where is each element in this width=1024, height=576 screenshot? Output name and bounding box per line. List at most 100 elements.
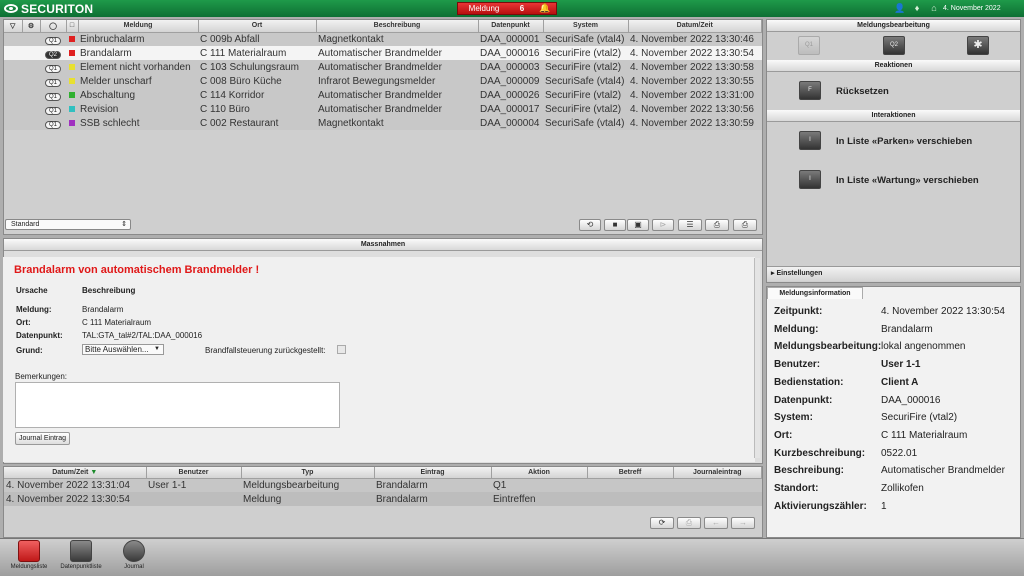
alarm-row[interactable]: Q1 SSB schlecht C 002 Restaurant Magnetkont… [4, 116, 762, 130]
dock-meldungsliste[interactable]: Meldungsliste [5, 540, 53, 570]
q1-button[interactable]: Q1 [798, 36, 820, 55]
alarm-table: ▽ ⚙ ◯ □ Meldung Ort Beschreibung Datenpu… [4, 20, 762, 130]
jcol-aktion[interactable]: Aktion [491, 467, 588, 479]
stop-button[interactable]: ■ [604, 219, 626, 231]
jcell-datum: 4. November 2022 13:31:04 [6, 479, 130, 491]
clock: 4. November 2022 13:52:06 [943, 5, 1001, 29]
quit-col-icon[interactable]: ◯ [40, 20, 67, 33]
col-beschreibung[interactable]: Beschreibung [316, 20, 479, 33]
status-color-swatch [69, 77, 75, 84]
col-datenpunkt[interactable]: Datenpunkt [478, 20, 544, 33]
info-label: Meldungsbearbeitung: [774, 341, 882, 353]
cell-system: SecuriSafe (vtal4) [545, 75, 625, 87]
quittung-badge[interactable]: Q1 [45, 64, 61, 73]
jcell-aktion: Eintreffen [493, 493, 536, 505]
quittung-badge[interactable]: Q2 [45, 50, 61, 59]
filter-icon[interactable]: ▽ [4, 20, 23, 33]
jcol-datum[interactable]: Datum/Zeit ▼ [4, 467, 147, 479]
list-details-button[interactable]: ☰ [678, 219, 702, 231]
alarm-row[interactable]: Q1 Revision C 110 Büro Automatischer Brandm… [4, 102, 762, 116]
journal-row[interactable]: 4. November 2022 13:30:54 Meldung Brandala… [4, 492, 762, 506]
info-value: Client A [881, 376, 919, 388]
info-label: Meldung: [774, 323, 819, 335]
alarm-row[interactable]: Q1 Einbruchalarm C 009b Abfall Magnetkontak… [4, 32, 762, 46]
dock-datenpunktliste[interactable]: Datenpunktliste [57, 540, 105, 570]
securiton-logo: SECURITON [4, 1, 93, 16]
jcell-aktion: Q1 [493, 479, 507, 491]
quittung-badge[interactable]: Q1 [45, 120, 61, 129]
cell-datum: 4. November 2022 13:30:46 [630, 33, 754, 45]
jcol-typ[interactable]: Typ [241, 467, 375, 479]
alarm-row[interactable]: Q1 Abschaltung C 114 Korridor Automatischer… [4, 88, 762, 102]
info-label: System: [774, 412, 813, 424]
info-value: SecuriFire (vtal2) [881, 412, 958, 424]
info-label: Benutzer: [774, 359, 821, 371]
jcell-benutzer: User 1-1 [148, 479, 187, 491]
cell-datum: 4. November 2022 13:31:00 [630, 89, 754, 101]
tab-meldungsinformation[interactable]: Meldungsinformation [767, 287, 863, 299]
forward-button[interactable]: ⊳ [652, 219, 674, 231]
updown-icon: ⇕ [121, 221, 127, 228]
quittung-badge[interactable]: Q1 [45, 106, 61, 115]
status-color-swatch [69, 36, 75, 43]
chevron-down-icon: ▼ [154, 346, 160, 352]
alarm-counter-button[interactable]: Meldung 6 🔔 [457, 2, 557, 15]
alarm-row[interactable]: Q2 Brandalarm C 111 Materialraum Automatisc… [4, 46, 762, 60]
q2-button[interactable]: Q2 [883, 36, 905, 55]
gear-col-icon[interactable]: ⚙ [22, 20, 41, 33]
view-select[interactable]: Standard ⇕ [5, 219, 131, 230]
col-meldung[interactable]: Meldung [78, 20, 199, 33]
jcol-journaleintrag[interactable]: Journaleintrag [673, 467, 762, 479]
info-label: Zeitpunkt: [774, 306, 823, 317]
bemerkungen-textarea[interactable] [15, 382, 340, 428]
prev-page-button[interactable]: ← [704, 517, 728, 529]
quittung-badge[interactable]: Q1 [45, 78, 61, 87]
dock-label-journal: Journal [124, 564, 144, 570]
user-icon[interactable]: 👤 [893, 2, 907, 15]
wartung-label[interactable]: In Liste «Wartung» verschieben [836, 175, 979, 186]
record-button[interactable]: ▣ [627, 219, 649, 231]
cell-meldung: Element nicht vorhanden [80, 61, 191, 73]
brand-name: SECURITON [21, 1, 94, 16]
cell-beschreibung: Magnetkontakt [318, 117, 384, 129]
grund-select[interactable]: Bitte Auswählen... ▼ [82, 344, 164, 355]
jcol-eintrag[interactable]: Eintrag [374, 467, 492, 479]
ursache-label: Ursache [16, 286, 48, 295]
wartung-icon[interactable]: I [799, 170, 821, 189]
journal-entry-button[interactable]: Journal Eintrag [15, 432, 70, 445]
bulb-icon[interactable]: ♦ [910, 2, 924, 15]
quittung-badge[interactable]: Q1 [45, 92, 61, 101]
history-button[interactable]: ⟲ [579, 219, 601, 231]
journal-row[interactable]: 4. November 2022 13:31:04 User 1-1 Meldung… [4, 478, 762, 492]
status-color-swatch [69, 119, 75, 126]
quittung-badge[interactable]: Q1 [45, 36, 61, 45]
cell-beschreibung: Magnetkontakt [318, 33, 384, 45]
settings-gear-icon[interactable]: ✱ [967, 36, 989, 55]
next-page-button[interactable]: → [731, 517, 755, 529]
info-value: 0522.01 [881, 447, 918, 459]
cell-datum: 4. November 2022 13:30:58 [630, 61, 754, 73]
jcol-benutzer[interactable]: Benutzer [146, 467, 242, 479]
col-datum[interactable]: Datum/Zeit [628, 20, 762, 33]
alarm-row[interactable]: Q1 Element nicht vorhanden C 103 Schulungs… [4, 60, 762, 74]
reset-label[interactable]: Rücksetzen [836, 86, 889, 97]
cell-ort: C 002 Restaurant [200, 117, 279, 129]
dock-journal[interactable]: Journal [110, 540, 158, 570]
alarm-row[interactable]: Q1 Melder unscharf C 008 Büro Küche Infraro… [4, 74, 762, 88]
massnahmen-scrollbar[interactable] [754, 258, 760, 458]
print-all-button[interactable]: ⎙ [733, 219, 757, 231]
info-value: User 1-1 [881, 359, 921, 371]
jcol-betreff[interactable]: Betreff [587, 467, 674, 479]
refresh-button[interactable]: ⟳ [650, 517, 674, 529]
brandfall-checkbox[interactable] [337, 345, 346, 354]
color-col-icon[interactable]: □ [66, 20, 79, 33]
col-system[interactable]: System [543, 20, 629, 33]
parken-icon[interactable]: I [799, 131, 821, 150]
parken-label[interactable]: In Liste «Parken» verschieben [836, 136, 972, 147]
einstellungen-expander[interactable]: ▸ Einstellungen [767, 266, 1020, 281]
col-ort[interactable]: Ort [198, 20, 317, 33]
journal-print-button[interactable]: ⎙ [677, 517, 701, 529]
print-button[interactable]: ⎙ [705, 219, 729, 231]
home-icon[interactable]: ⌂ [927, 2, 941, 15]
reset-key-button[interactable]: F [799, 81, 821, 100]
